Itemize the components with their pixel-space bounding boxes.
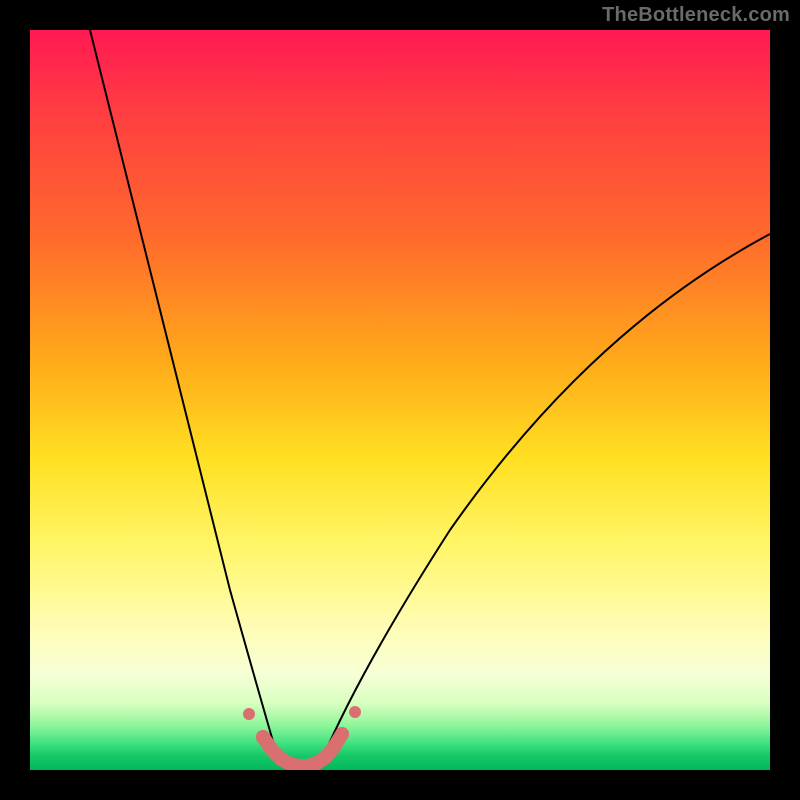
watermark-text: TheBottleneck.com <box>602 4 790 27</box>
curve-left-branch <box>90 30 279 762</box>
marker-dot <box>327 740 341 754</box>
marker-dot <box>256 730 270 744</box>
outer-frame: TheBottleneck.com <box>0 0 800 800</box>
curve-right-branch <box>321 234 770 762</box>
plot-area <box>30 30 770 770</box>
curve-layer <box>30 30 770 770</box>
marker-dot <box>243 708 255 720</box>
marker-dot <box>349 706 361 718</box>
marker-dot <box>335 727 349 741</box>
